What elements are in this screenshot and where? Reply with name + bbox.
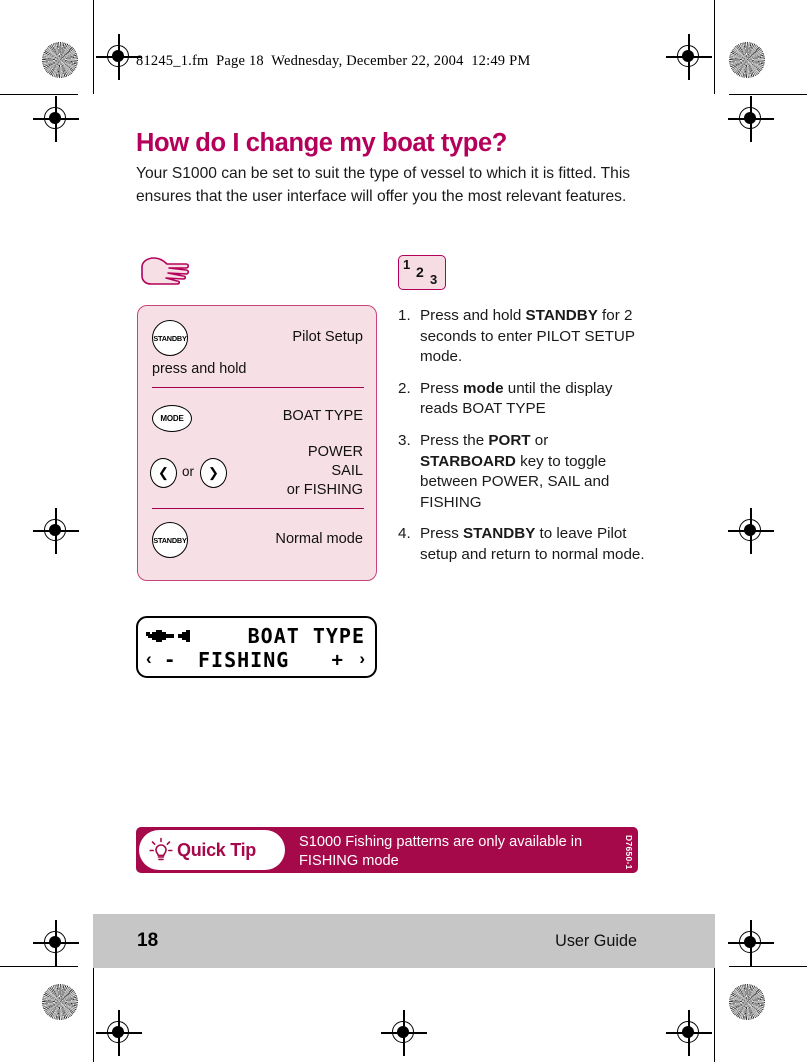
- mode-key[interactable]: MODE: [152, 405, 192, 432]
- lcd-title-text: BOAT TYPE: [247, 624, 365, 648]
- badge-number-3: 3: [430, 272, 438, 287]
- page-footer-bar: 18 User Guide: [93, 914, 715, 968]
- lcd-left-chevron: ‹: [146, 649, 152, 668]
- lcd-top-row: BOAT TYPE: [138, 622, 375, 649]
- footer-page-number: 18: [137, 930, 159, 951]
- registration-mark-bottom-left: [96, 1010, 142, 1056]
- step-item: 3. Press the PORT or STARBOARD key to tog…: [398, 431, 648, 513]
- key-sequence-panel: STANDBY Pilot Setup press and hold MODE …: [137, 305, 377, 581]
- step-number: 1.: [398, 307, 411, 324]
- option-fishing-label: or FISHING: [286, 482, 363, 498]
- step-number: 4.: [398, 525, 411, 543]
- standby-key-top[interactable]: STANDBY: [152, 320, 188, 356]
- trim-line-left-horizontal-bottom: [0, 966, 78, 968]
- color-rosette-bottom-left: [42, 984, 78, 1020]
- step-item: 1. Press and hold STANDBY for 2 seconds t…: [398, 306, 648, 368]
- steps-number-badge: 1 2 3: [398, 255, 446, 290]
- registration-mark-bottom-right: [666, 1010, 712, 1056]
- step-text: Press mode until the display reads BOAT …: [420, 379, 613, 418]
- lightbulb-icon: [149, 837, 173, 861]
- registration-mark-right-upper: [728, 96, 774, 142]
- lcd-display: BOAT TYPE ‹ - FISHING + ›: [136, 616, 377, 678]
- step-number: 2.: [398, 379, 411, 397]
- lcd-plus-symbol: +: [331, 649, 343, 671]
- registration-mark-left-middle: [33, 508, 79, 554]
- page-title: How do I change my boat type?: [136, 129, 507, 157]
- lcd-minus-symbol: -: [164, 649, 176, 671]
- document-header-line: 81245_1.fm Page 18 Wednesday, December 2…: [136, 53, 531, 69]
- port-arrow-key[interactable]: ❮: [150, 458, 177, 488]
- trim-line-top-right-vertical: [714, 0, 716, 94]
- color-rosette-top-left: [42, 42, 78, 78]
- registration-mark-left-upper: [33, 96, 79, 142]
- color-rosette-bottom-right: [729, 984, 765, 1020]
- normal-mode-label: Normal mode: [275, 531, 363, 547]
- registration-mark-right-lower: [728, 920, 774, 966]
- step-text: Press and hold STANDBY for 2 seconds to …: [420, 307, 635, 366]
- trim-line-right-horizontal-bottom: [729, 966, 807, 968]
- trim-line-top-left-vertical: [93, 0, 95, 94]
- step-item: 2. Press mode until the display reads BOA…: [398, 379, 648, 420]
- pilot-setup-label: Pilot Setup: [292, 329, 363, 345]
- panel-divider-2: [152, 508, 364, 510]
- standby-key-bottom[interactable]: STANDBY: [152, 522, 188, 558]
- badge-number-1: 1: [403, 257, 411, 272]
- step-text: Press the PORT or STARBOARD key to toggl…: [420, 431, 610, 511]
- option-sail-label: SAIL: [331, 463, 363, 479]
- registration-mark-right-middle: [728, 508, 774, 554]
- wrench-icon: [146, 630, 190, 642]
- panel-divider-1: [152, 387, 364, 389]
- badge-number-2: 2: [416, 264, 424, 280]
- trim-line-bottom-left-vertical: [93, 968, 95, 1062]
- starboard-arrow-key[interactable]: ❯: [200, 458, 227, 488]
- step-text: Press STANDBY to leave Pilot setup and r…: [420, 525, 645, 563]
- registration-mark-top-right: [666, 34, 712, 80]
- boat-type-label: BOAT TYPE: [282, 408, 363, 424]
- lcd-bottom-row: ‹ - FISHING + ›: [138, 647, 375, 675]
- numbered-steps-list: 1. Press and hold STANDBY for 2 seconds t…: [398, 306, 648, 577]
- pointing-hand-icon: [141, 257, 190, 285]
- lcd-value-text: FISHING: [198, 648, 290, 672]
- registration-mark-left-lower: [33, 920, 79, 966]
- quick-tip-text: S1000 Fishing patterns are only availabl…: [299, 834, 583, 869]
- registration-mark-bottom-center: [381, 1010, 427, 1056]
- quick-tip-label: Quick Tip: [177, 839, 256, 860]
- quick-tip-pill: Quick Tip: [139, 830, 285, 870]
- step-item: 4. Press STANDBY to leave Pilot setup and…: [398, 524, 648, 565]
- quick-tip-doc-code: D7650-1: [624, 834, 634, 870]
- quick-tip-bar: Quick Tip S1000 Fishing patterns are onl…: [136, 827, 638, 873]
- press-and-hold-note: press and hold: [152, 361, 247, 377]
- trim-line-bottom-right-vertical: [714, 968, 716, 1062]
- step-number: 3.: [398, 431, 411, 449]
- or-separator-label: or: [182, 464, 195, 479]
- page-intro-text: Your S1000 can be set to suit the type o…: [136, 165, 631, 205]
- footer-guide-label: User Guide: [555, 932, 637, 950]
- option-power-label: POWER: [307, 444, 363, 460]
- color-rosette-top-right: [729, 42, 765, 78]
- lcd-right-chevron: ›: [359, 649, 365, 668]
